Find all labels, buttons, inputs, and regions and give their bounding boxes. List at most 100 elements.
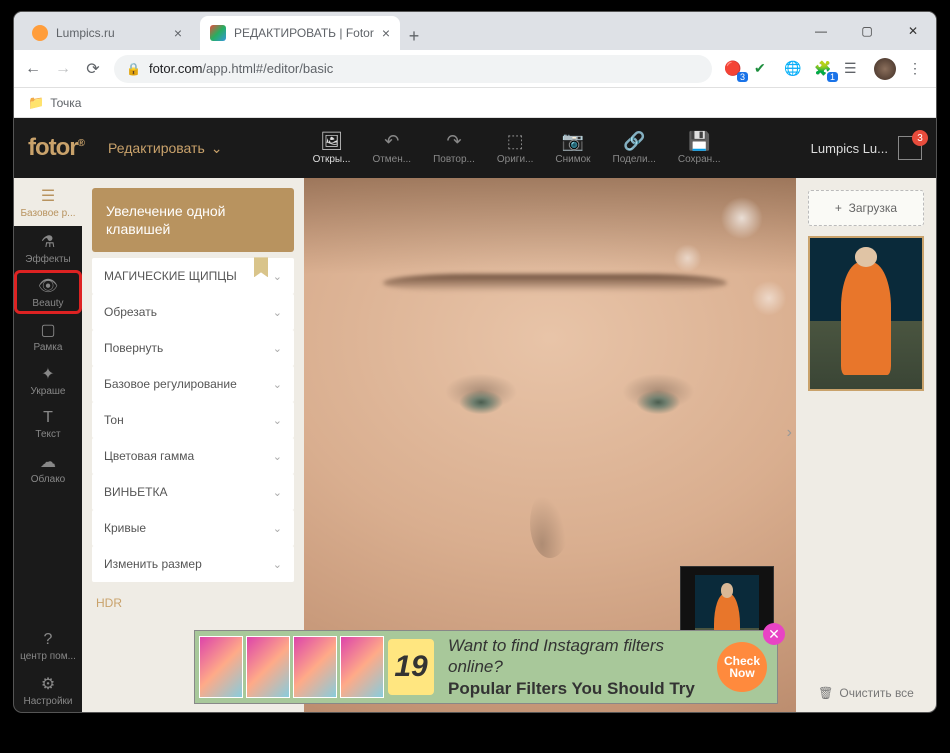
image-thumbnail[interactable] [808,236,924,391]
app-header: fotor® Редактировать ⌄ 🖼Откры... ↶Отмен..… [14,118,936,178]
rail-[interactable]: ✦Украше [14,358,82,402]
panel-item[interactable]: Повернуть⌄ [92,330,294,366]
bookmarks-bar: 📁 Точка [14,88,936,118]
ad-text: Want to find Instagram filters online?Po… [440,635,717,699]
rail-[interactable]: ▢Рамка [14,314,82,358]
ad-close-button[interactable]: ✕ [763,623,785,645]
ad-cta-button[interactable]: CheckNow [717,642,767,692]
ad-thumb [340,636,384,698]
panel-item[interactable]: Обрезать⌄ [92,294,294,330]
rail-[interactable]: ⚗Эффекты [14,226,82,270]
rail-icon: ? [44,631,53,649]
rail-icon: ☁ [40,452,56,472]
panel-item[interactable]: Цветовая гамма⌄ [92,438,294,474]
toolbar-[interactable]: ↶Отмен... [372,131,411,165]
panel-item[interactable]: МАГИЧЕСКИЕ ЩИПЦЫ⌄ [92,258,294,294]
tool-icon: 🖼 [320,131,343,151]
toolbar: 🖼Откры... ↶Отмен... ↷Повтор... ⬚Ориги... 📷Сн… [313,131,721,165]
toolbar-[interactable]: 🔗Подели... [613,131,656,165]
ad-banner[interactable]: 19 Want to find Instagram filters online… [194,630,778,704]
panel-header[interactable]: Увелечение одной клавишей [92,188,294,252]
rail-icon: 👁 [38,276,58,296]
rail-icon: ✦ [41,364,54,384]
mode-dropdown[interactable]: Редактировать ⌄ [108,140,222,157]
menu-icon[interactable]: ⋮ [908,60,926,78]
back-button[interactable]: ← [24,60,42,78]
tool-icon: ↷ [446,131,461,151]
maximize-button[interactable]: ▢ [844,12,890,50]
rail-icon: ⚗ [41,232,55,252]
right-panel: + Загрузка 🗑Очистить все [796,178,936,712]
tool-icon: 🔗 [623,131,645,151]
panel-item[interactable]: Изменить размер⌄ [92,546,294,582]
ext-icon[interactable]: 🧩1 [814,60,832,78]
ribbon-icon [254,257,268,277]
clear-all-button[interactable]: 🗑Очистить все [808,686,924,700]
rail-icon: T [43,409,53,427]
address-bar[interactable]: 🔒 fotor.com/app.html#/editor/basic [114,55,712,83]
tool-icon: ⬚ [507,131,524,151]
chevron-down-icon: ⌄ [273,342,282,355]
window-controls: — ▢ ✕ [798,12,936,50]
rail-icon: ⚙ [41,674,55,694]
rail-[interactable]: ⚙Настройки [14,668,82,712]
chevron-down-icon: ⌄ [273,522,282,535]
bookmark-item[interactable]: Точка [50,96,81,110]
scroll-right-icon[interactable]: › [787,424,792,442]
panel-item[interactable]: Базовое регулирование⌄ [92,366,294,402]
url-domain: fotor.com [149,61,202,76]
chevron-down-icon: ⌄ [273,486,282,499]
upload-button[interactable]: + Загрузка [808,190,924,226]
chevron-down-icon: ⌄ [273,450,282,463]
tab-title: Lumpics.ru [56,26,115,40]
left-rail: ☰Базовое р...⚗Эффекты👁Beauty▢Рамка✦Украш… [14,178,82,712]
close-tab-icon[interactable]: × [166,25,182,41]
panel-item[interactable]: Тон⌄ [92,402,294,438]
profile-avatar[interactable] [874,58,896,80]
tab-fotor[interactable]: РЕДАКТИРОВАТЬ | Fotor × [200,16,400,50]
chevron-down-icon: ⌄ [273,558,282,571]
forward-button[interactable]: → [54,60,72,78]
toolbar-[interactable]: ↷Повтор... [433,131,475,165]
tool-icon: 📷 [562,131,584,151]
ad-number: 19 [388,639,434,695]
chevron-down-icon: ⌄ [273,414,282,427]
minimize-button[interactable]: — [798,12,844,50]
rail-[interactable]: ?центр пом... [14,624,82,668]
toolbar-[interactable]: 📷Снимок [555,131,590,165]
chevron-down-icon: ⌄ [273,270,282,283]
ext-icon[interactable]: 🔴3 [724,60,742,78]
user-menu[interactable]: Lumpics Lu... 3 [811,136,922,160]
new-tab-button[interactable]: + [400,22,428,50]
folder-icon: 📁 [28,95,44,111]
toolbar-[interactable]: ⬚Ориги... [497,131,534,165]
favicon-icon [32,25,48,41]
toolbar-[interactable]: 💾Сохран... [678,131,721,165]
chevron-down-icon: ⌄ [273,378,282,391]
tool-icon: 💾 [688,131,710,151]
trash-icon: 🗑 [818,686,833,700]
ext-icon[interactable]: ✔ [754,60,772,78]
reading-list-icon[interactable]: ☰ [844,60,862,78]
tab-lumpics[interactable]: Lumpics.ru × [22,16,192,50]
rail-[interactable]: ☰Базовое р... [14,178,82,226]
favicon-icon [210,25,226,41]
reload-button[interactable]: ⟳ [84,59,102,79]
extensions: 🔴3 ✔ 🌐 🧩1 ☰ ⋮ [724,58,926,80]
close-tab-icon[interactable]: × [374,25,390,41]
toolbar-[interactable]: 🖼Откры... [313,131,351,165]
panel-item[interactable]: ВИНЬЕТКА⌄ [92,474,294,510]
rail-[interactable]: ☁Облако [14,446,82,490]
ad-thumb [199,636,243,698]
ext-icon[interactable]: 🌐 [784,60,802,78]
rail-[interactable]: TТекст [14,402,82,446]
chevron-down-icon: ⌄ [273,306,282,319]
rail-icon: ☰ [41,186,55,206]
url-path: /app.html#/editor/basic [202,61,333,76]
tab-title: РЕДАКТИРОВАТЬ | Fotor [234,26,374,40]
panel-item[interactable]: Кривые⌄ [92,510,294,546]
panel-section-hdr[interactable]: HDR [92,588,294,610]
fotor-logo[interactable]: fotor® [28,134,84,162]
rail-beauty[interactable]: 👁Beauty [14,270,82,314]
close-window-button[interactable]: ✕ [890,12,936,50]
